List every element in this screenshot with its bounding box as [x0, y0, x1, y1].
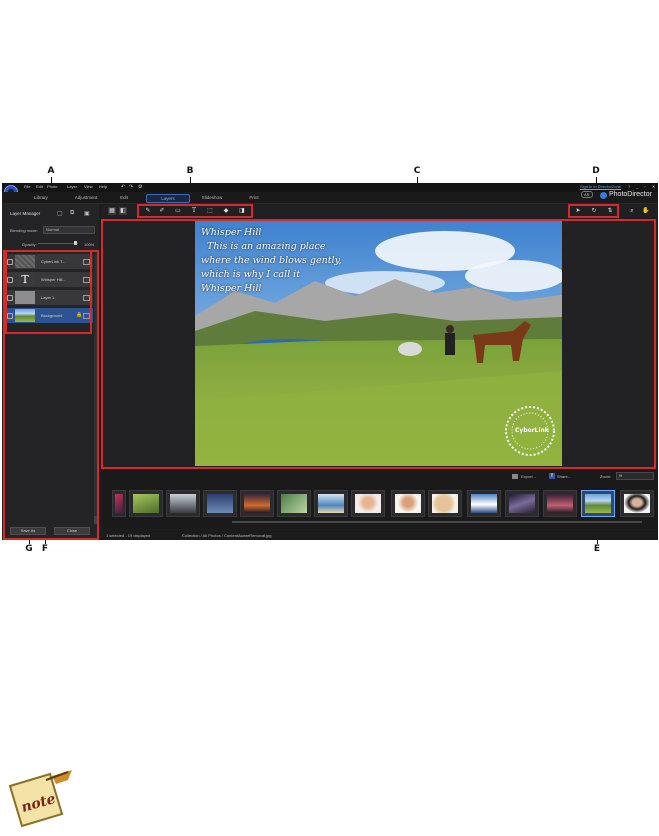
grid-view-icon[interactable]: ▦: [108, 207, 116, 215]
menu-help[interactable]: Help: [99, 184, 107, 189]
tab-adjustment[interactable]: Adjustment: [66, 194, 106, 201]
opacity-value: 100%: [84, 242, 95, 247]
tab-edit[interactable]: Edit: [114, 194, 134, 201]
opacity-label: Opacity:: [22, 242, 37, 247]
callout-e: E: [593, 544, 601, 554]
close-icon[interactable]: ✕: [652, 184, 655, 189]
callout-box-c: [101, 219, 656, 469]
undo-icon[interactable]: ↶: [121, 184, 125, 190]
photo-thumbnail[interactable]: [240, 490, 274, 517]
photo-thumbnail[interactable]: [351, 490, 385, 517]
brand-name: PhotoDirector: [609, 191, 652, 198]
photo-thumbnail[interactable]: [314, 490, 348, 517]
help-button[interactable]: ?: [628, 184, 630, 189]
filmstrip-scrollbar[interactable]: [232, 521, 642, 523]
photo-thumbnail[interactable]: [467, 490, 501, 517]
photo-thumbnail[interactable]: [203, 490, 237, 517]
new-layer-icon[interactable]: ▢: [57, 210, 63, 217]
menu-photo[interactable]: Photo: [47, 184, 57, 189]
status-bar: 1 selected - 19 displayed Collection / A…: [102, 530, 658, 540]
duplicate-layer-icon[interactable]: ⧉: [70, 210, 74, 217]
blending-mode-label: Blending mode:: [10, 228, 38, 233]
maximize-icon[interactable]: ▫: [644, 184, 645, 189]
callout-d: D: [592, 166, 600, 176]
note-icon: note: [8, 770, 72, 828]
selection-count: 1 selected - 19 displayed: [106, 533, 151, 538]
sign-in-link[interactable]: Sign in to DirectorZone: [580, 184, 621, 189]
share-button[interactable]: Share...: [557, 474, 571, 479]
callout-b: B: [186, 166, 194, 176]
photo-thumbnail[interactable]: [620, 490, 654, 517]
menu-bar: File Edit Photo Layer View Help ↶ ↷ ⚙ Si…: [2, 183, 658, 199]
zoom-tool-icon[interactable]: ⌕: [628, 207, 636, 215]
menu-file[interactable]: File: [24, 184, 30, 189]
settings-icon[interactable]: ⚙: [138, 184, 142, 190]
panel-title: Layer Manager: [10, 211, 41, 216]
ar-badge[interactable]: AR: [581, 191, 593, 198]
photo-thumbnail[interactable]: [428, 490, 462, 517]
zoom-select[interactable]: fit: [616, 472, 654, 480]
photo-thumbnail[interactable]: [129, 490, 163, 517]
module-tabs: Library Adjustment Edit Layers Slideshow…: [2, 191, 658, 204]
photo-thumbnail-selected[interactable]: [581, 490, 615, 517]
brand-icon: [600, 192, 607, 199]
menu-layer[interactable]: Layer: [67, 184, 77, 189]
tab-layers[interactable]: Layers: [146, 194, 190, 203]
filmstrip: Export... f Share... Zoom: fit: [102, 469, 658, 529]
file-path: Collection / All Photos / ContentAwareRe…: [182, 533, 272, 538]
callout-box-d: [568, 204, 619, 218]
callout-a: A: [47, 166, 55, 176]
callout-g: G: [25, 544, 33, 554]
delete-layer-icon[interactable]: ▣: [84, 210, 90, 217]
compare-view-icon[interactable]: ◧: [119, 207, 127, 215]
menu-edit[interactable]: Edit: [36, 184, 43, 189]
photo-thumbnail[interactable]: [543, 490, 577, 517]
photo-thumbnail[interactable]: [391, 490, 425, 517]
tab-library[interactable]: Library: [26, 194, 56, 201]
export-button[interactable]: Export...: [521, 474, 536, 479]
export-icon[interactable]: [512, 474, 518, 479]
blending-mode-select[interactable]: Normal: [43, 226, 95, 234]
photo-thumbnail[interactable]: [505, 490, 539, 517]
photo-thumbnail[interactable]: [277, 490, 311, 517]
facebook-icon[interactable]: f: [549, 473, 555, 479]
callout-f: F: [41, 544, 49, 554]
callout-box-f: [5, 250, 92, 334]
hand-tool-icon[interactable]: ✋: [642, 207, 650, 215]
minimize-icon[interactable]: _: [636, 184, 638, 189]
callout-c: C: [413, 166, 421, 176]
tab-print[interactable]: Print: [244, 194, 264, 201]
photo-thumbnail[interactable]: [112, 490, 126, 517]
menu-view[interactable]: View: [84, 184, 93, 189]
zoom-label: Zoom:: [600, 474, 612, 479]
photo-thumbnail[interactable]: [166, 490, 200, 517]
callout-box-b: [137, 204, 253, 218]
opacity-slider-handle[interactable]: [74, 241, 77, 245]
tab-slideshow[interactable]: Slideshow: [195, 194, 229, 201]
opacity-slider[interactable]: [38, 243, 78, 244]
redo-icon[interactable]: ↷: [129, 184, 133, 190]
